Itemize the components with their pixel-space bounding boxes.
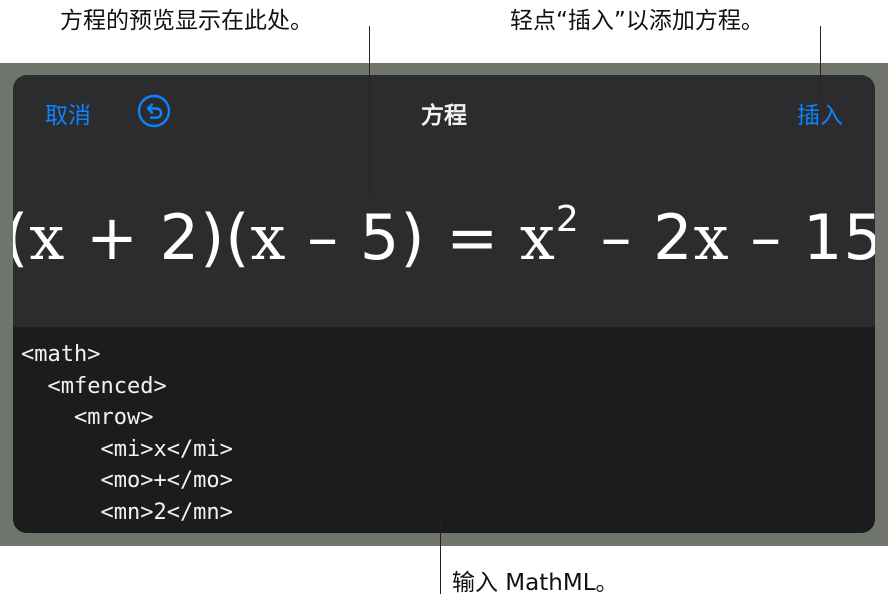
mathml-editor[interactable]: <math> <mfenced> <mrow> <mi>x</mi> <mo>+… <box>13 327 875 533</box>
eq-op: – 2 <box>579 200 694 274</box>
code-line: <mn>2</mn> <box>21 499 233 525</box>
callout-leader-line <box>369 26 370 194</box>
eq-var: x <box>250 200 287 274</box>
eq-var: x <box>29 200 66 274</box>
callout-preview-text: 方程的预览显示在此处。 <box>60 8 313 34</box>
code-line: <mfenced> <box>21 373 167 399</box>
callout-leader-line <box>440 518 441 594</box>
equation-preview: (x + 2)(x – 5) = x2 – 2x – 15 <box>13 147 875 327</box>
eq-exponent: 2 <box>555 198 580 240</box>
sheet-toolbar: 取消 方程 插入 <box>13 75 875 147</box>
code-line: <mrow> <box>21 405 154 430</box>
equation-render: (x + 2)(x – 5) = x2 – 2x – 15 <box>13 201 875 274</box>
callout-insert-text: 轻点“插入”以添加方程。 <box>510 8 764 34</box>
insert-button[interactable]: 插入 <box>797 96 843 130</box>
eq-var: x <box>519 200 556 274</box>
equation-sheet: 取消 方程 插入 (x + 2)(x – 5) = x2 – 2x – 15 <… <box>13 75 875 533</box>
code-line: <math> <box>21 342 101 367</box>
callout-leader-line <box>820 26 821 98</box>
code-line: <mi>x</mi> <box>21 436 233 462</box>
sheet-title: 方程 <box>421 103 467 129</box>
mathml-code: <math> <mfenced> <mrow> <mi>x</mi> <mo>+… <box>21 339 233 528</box>
eq-var: x <box>693 200 730 274</box>
eq-op: + 2)( <box>65 200 251 274</box>
eq-op: – 15 <box>729 200 875 274</box>
callout-mathml-text: 输入 MathML。 <box>452 570 619 596</box>
code-line: <mo>+</mo> <box>21 468 233 493</box>
eq-open: ( <box>13 201 29 274</box>
eq-op: – 5) = <box>286 200 520 274</box>
